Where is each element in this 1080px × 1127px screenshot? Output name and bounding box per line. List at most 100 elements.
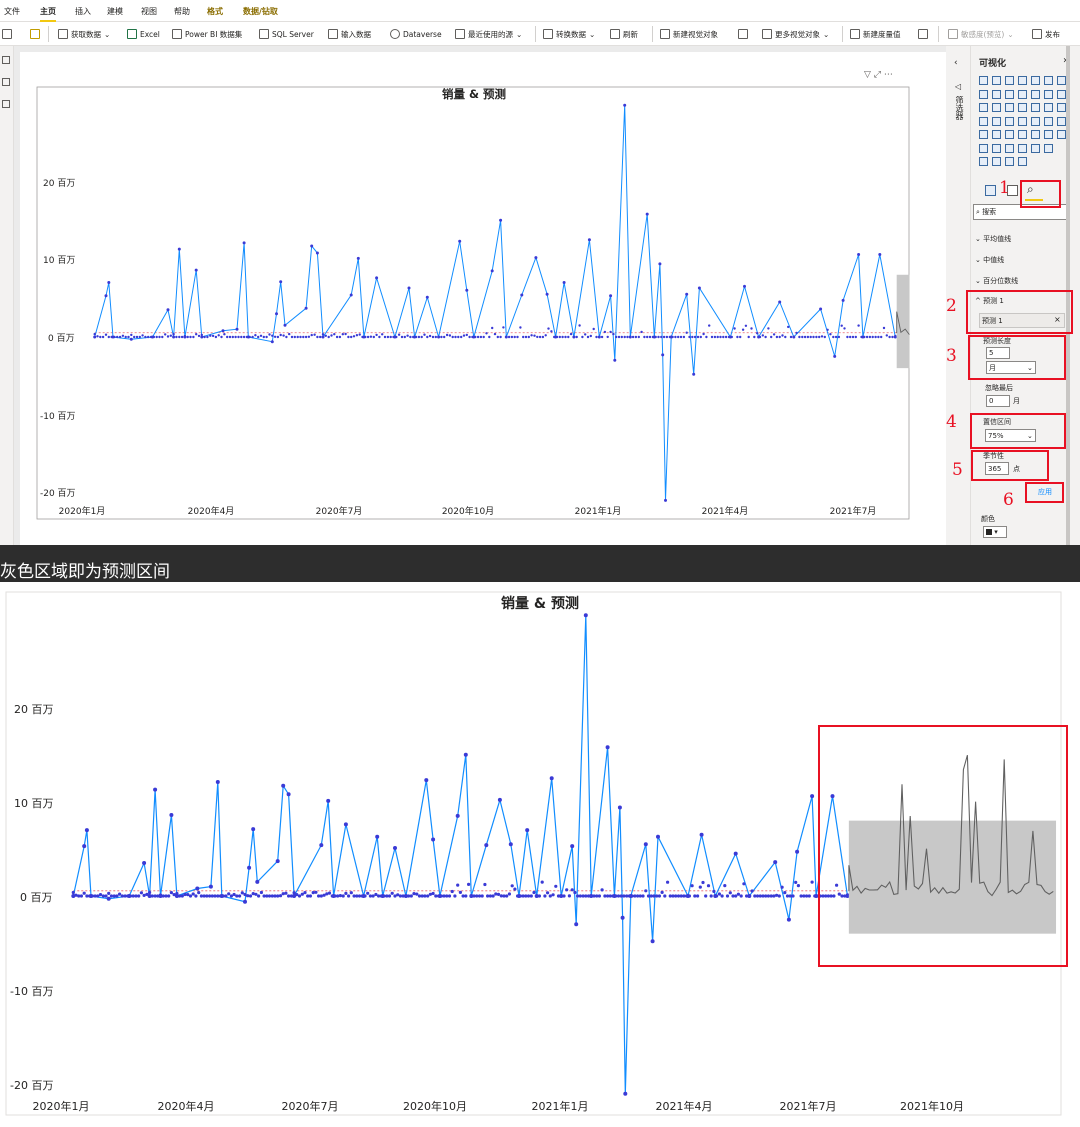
visual-type-icon[interactable] <box>979 116 988 126</box>
recent-sources-button[interactable]: 最近使用的源 ⌄ <box>455 27 522 41</box>
data-point <box>736 335 739 339</box>
data-point <box>293 335 296 339</box>
visual-type-icon[interactable] <box>1031 89 1040 99</box>
visual-type-icon[interactable] <box>1057 76 1066 85</box>
visual-type-icon[interactable] <box>1044 103 1053 112</box>
chevron-left-icon[interactable]: ‹ <box>954 58 958 68</box>
visual-type-icon[interactable] <box>979 76 988 85</box>
data-view-icon[interactable] <box>2 78 10 86</box>
visual-type-icon[interactable] <box>1005 157 1014 166</box>
visual-type-icon[interactable] <box>1044 89 1053 99</box>
menu-help[interactable]: 帮助 <box>174 6 190 17</box>
visual-type-icon[interactable] <box>1005 89 1014 99</box>
visual-type-icon[interactable] <box>992 130 1001 139</box>
refresh-button[interactable]: 刷新 <box>610 27 638 41</box>
enter-data-button[interactable]: 输入数据 <box>328 27 371 41</box>
collapse-icon[interactable]: ◁ <box>955 82 961 91</box>
focus-mode-icon[interactable]: ⤢ <box>874 70 881 80</box>
pbi-dataset-button[interactable]: Power BI 数据集 <box>172 27 242 41</box>
sql-server-button[interactable]: SQL Server <box>259 27 314 41</box>
data-point <box>251 892 255 896</box>
step5-number: 5 <box>952 460 963 480</box>
visual-type-icon[interactable] <box>1018 89 1027 99</box>
visual-type-icon[interactable] <box>1005 76 1014 85</box>
visual-type-icon[interactable] <box>979 89 988 99</box>
visual-type-icon[interactable] <box>1031 143 1040 153</box>
visual-type-icon[interactable] <box>1031 116 1040 126</box>
menu-modeling[interactable]: 建模 <box>107 6 123 17</box>
visual-type-icon[interactable] <box>992 116 1001 126</box>
ignore-last-input[interactable]: 0 <box>986 395 1010 407</box>
menu-file[interactable]: 文件 <box>4 6 20 17</box>
quick-measure-button[interactable] <box>918 27 928 41</box>
sensitivity-button[interactable]: 敏感度(预览) ⌄ <box>948 27 1014 41</box>
menu-home[interactable]: 主页 <box>40 6 56 22</box>
menu-insert[interactable]: 插入 <box>75 6 91 17</box>
data-point <box>458 890 462 894</box>
data-point <box>661 353 665 357</box>
visual-type-icon[interactable] <box>1057 89 1066 99</box>
transform-data-button[interactable]: 转换数据 ⌄ <box>543 27 595 41</box>
visual-type-icon[interactable] <box>1018 143 1027 153</box>
visual-type-icon[interactable] <box>992 76 1001 85</box>
format-painter-button[interactable] <box>30 27 40 41</box>
get-data-button[interactable]: 获取数据 ⌄ <box>58 27 110 41</box>
visual-type-icon[interactable] <box>979 130 988 139</box>
new-measure-button[interactable]: 新建度量值 <box>850 27 901 41</box>
menu-view[interactable]: 视图 <box>141 6 157 17</box>
data-point <box>383 335 387 339</box>
visual-type-icon[interactable] <box>1018 103 1027 112</box>
paste-button[interactable] <box>2 27 12 41</box>
report-view-icon[interactable] <box>2 56 10 64</box>
more-visuals-button[interactable]: 更多视觉对象 ⌄ <box>762 27 829 41</box>
visual-type-icon[interactable] <box>1005 116 1014 126</box>
visual-type-icon[interactable] <box>1005 103 1014 112</box>
visual-type-icon[interactable] <box>992 103 1001 112</box>
menu-format[interactable]: 格式 <box>207 6 223 17</box>
data-point <box>211 334 215 338</box>
data-point <box>815 335 818 339</box>
dataverse-button[interactable]: Dataverse <box>390 27 442 41</box>
visual-type-icon[interactable] <box>1018 116 1027 126</box>
visual-type-icon[interactable] <box>992 157 1001 166</box>
visual-type-icon[interactable] <box>1005 143 1014 153</box>
textbox-button[interactable] <box>738 27 748 41</box>
section-median-line[interactable]: ⌄ 中值线 <box>975 255 1004 265</box>
menu-data-drill[interactable]: 数据/钻取 <box>243 6 278 17</box>
visual-type-icon[interactable] <box>979 103 988 112</box>
fields-tab-icon[interactable] <box>985 185 996 196</box>
more-options-icon[interactable]: ⋯ <box>884 70 893 80</box>
publish-button[interactable]: 发布 <box>1032 27 1060 41</box>
visual-type-icon[interactable] <box>1031 103 1040 112</box>
visual-type-icon[interactable] <box>979 143 988 153</box>
data-point <box>784 335 787 339</box>
data-point <box>406 334 409 337</box>
visual-type-icon[interactable] <box>1018 157 1027 166</box>
visual-type-icon[interactable] <box>1018 76 1027 85</box>
filter-icon[interactable]: ▽ <box>864 70 871 80</box>
line-chart-visual[interactable] <box>20 52 946 545</box>
color-picker[interactable]: ▾ <box>983 526 1007 538</box>
visual-type-icon[interactable] <box>1044 130 1053 139</box>
data-point <box>456 883 460 887</box>
visual-type-icon[interactable] <box>1057 116 1066 126</box>
data-point <box>686 894 690 898</box>
visual-type-icon[interactable] <box>1044 143 1053 153</box>
visual-type-icon[interactable] <box>1031 76 1040 85</box>
visual-type-icon[interactable] <box>1005 130 1014 139</box>
new-visual-button[interactable]: 新建视觉对象 <box>660 27 718 41</box>
visual-type-icon[interactable] <box>979 157 988 166</box>
data-point <box>141 334 144 337</box>
visual-type-icon[interactable] <box>1018 130 1027 139</box>
excel-button[interactable]: Excel <box>127 27 160 41</box>
section-average-line[interactable]: ⌄ 平均值线 <box>975 234 1011 244</box>
visual-type-icon[interactable] <box>992 143 1001 153</box>
visual-type-icon[interactable] <box>1044 116 1053 126</box>
model-view-icon[interactable] <box>2 100 10 108</box>
section-percentile-line[interactable]: ⌄ 百分位数线 <box>975 276 1018 286</box>
visual-type-icon[interactable] <box>1057 130 1066 139</box>
visual-type-icon[interactable] <box>1031 130 1040 139</box>
visual-type-icon[interactable] <box>992 89 1001 99</box>
visual-type-icon[interactable] <box>1044 76 1053 85</box>
visual-type-icon[interactable] <box>1057 103 1066 112</box>
